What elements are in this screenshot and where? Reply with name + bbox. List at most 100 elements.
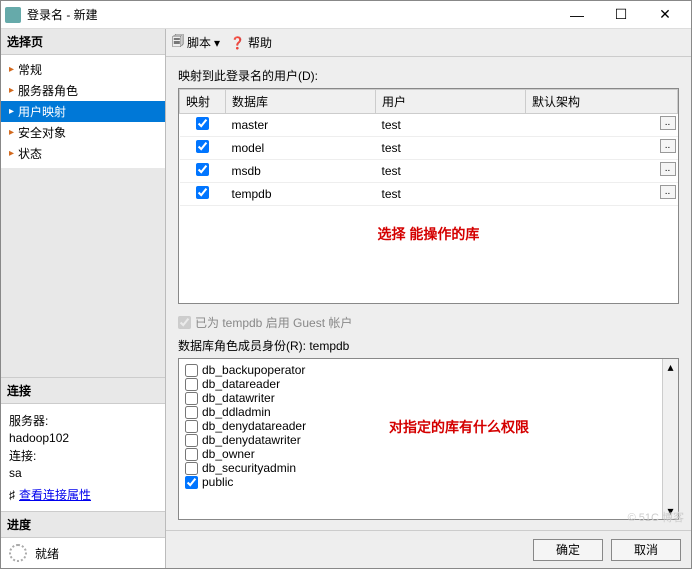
connection-body: 服务器: hadoop102 连接: sa ♯ 查看连接属性: [1, 404, 165, 511]
role-checkbox[interactable]: [185, 448, 198, 461]
conn-label: 连接:: [9, 447, 157, 464]
bullet-icon: ▸: [9, 85, 14, 96]
annotation-select-db: 选择 能操作的库: [179, 224, 678, 244]
role-checkbox[interactable]: [185, 420, 198, 433]
bullet-icon: ▸: [9, 148, 14, 159]
schema-browse-button[interactable]: ..: [660, 185, 676, 199]
cell-user: test: [376, 160, 526, 183]
role-checkbox[interactable]: [185, 392, 198, 405]
nav: ▸ 常规 ▸ 服务器角色 ▸用户映射 ▸安全对象 ▸ 状态: [1, 55, 165, 168]
role-name: public: [202, 475, 233, 489]
role-checkbox[interactable]: [185, 406, 198, 419]
content: 映射到此登录名的用户(D): 映射 数据库 用户 默认架构 master tes…: [166, 57, 691, 530]
cell-schema: ..: [526, 183, 678, 206]
cell-db: master: [226, 114, 376, 137]
cancel-button[interactable]: 取消: [611, 539, 681, 561]
role-checkbox[interactable]: [185, 378, 198, 391]
server-value: hadoop102: [9, 431, 157, 445]
map-checkbox[interactable]: [196, 163, 209, 176]
nav-user-mapping[interactable]: ▸用户映射: [1, 101, 165, 122]
spinner-icon: [9, 544, 27, 562]
progress-body: 就绪: [1, 538, 165, 568]
col-map[interactable]: 映射: [180, 90, 226, 114]
select-page-head: 选择页: [1, 29, 165, 55]
window-buttons: — ☐ ✕: [555, 1, 687, 29]
maximize-button[interactable]: ☐: [599, 1, 643, 29]
nav-label: 常规: [18, 61, 42, 78]
cell-db: model: [226, 137, 376, 160]
role-name: db_owner: [202, 447, 255, 461]
script-button[interactable]: 🗐脚本▾: [172, 32, 220, 53]
mapping-label: 映射到此登录名的用户(D):: [178, 67, 679, 84]
ok-button[interactable]: 确定: [533, 539, 603, 561]
role-item[interactable]: db_owner: [185, 447, 656, 461]
col-db[interactable]: 数据库: [226, 90, 376, 114]
body: 选择页 ▸ 常规 ▸ 服务器角色 ▸用户映射 ▸安全对象 ▸ 状态 连接 服务器: h…: [1, 29, 691, 568]
scroll-down-icon[interactable]: ▾: [663, 503, 678, 519]
nav-server-roles[interactable]: ▸ 服务器角色: [1, 80, 165, 101]
role-checkbox[interactable]: [185, 364, 198, 377]
cell-user: test: [376, 114, 526, 137]
cell-user: test: [376, 137, 526, 160]
cell-db: msdb: [226, 160, 376, 183]
guest-checkbox-row: 已为 tempdb 启用 Guest 帐户: [178, 314, 679, 331]
table-row[interactable]: model test ..: [180, 137, 678, 160]
nav-label: 状态: [18, 145, 42, 162]
app-icon: [5, 7, 21, 23]
table-row[interactable]: tempdb test ..: [180, 183, 678, 206]
scroll-up-icon[interactable]: ▴: [663, 359, 678, 375]
schema-browse-button[interactable]: ..: [660, 162, 676, 176]
nav-label: 服务器角色: [18, 82, 78, 99]
schema-browse-button[interactable]: ..: [660, 139, 676, 153]
role-name: db_backupoperator: [202, 363, 305, 377]
role-item[interactable]: db_securityadmin: [185, 461, 656, 475]
role-item[interactable]: db_datareader: [185, 377, 656, 391]
cell-schema: ..: [526, 160, 678, 183]
sidebar: 选择页 ▸ 常规 ▸ 服务器角色 ▸用户映射 ▸安全对象 ▸ 状态 连接 服务器: h…: [1, 29, 166, 568]
role-checkbox[interactable]: [185, 476, 198, 489]
main: 🗐脚本▾ ❓帮助 映射到此登录名的用户(D): 映射 数据库 用户 默认架构 m…: [166, 29, 691, 568]
cell-schema: ..: [526, 137, 678, 160]
map-checkbox[interactable]: [196, 117, 209, 130]
schema-browse-button[interactable]: ..: [660, 116, 676, 130]
cell-db: tempdb: [226, 183, 376, 206]
help-label: 帮助: [248, 34, 272, 51]
bullet-icon: ▸: [9, 64, 14, 75]
minimize-button[interactable]: —: [555, 1, 599, 29]
role-item[interactable]: public: [185, 475, 656, 489]
server-label: 服务器:: [9, 412, 157, 429]
role-checkbox[interactable]: [185, 462, 198, 475]
connection-head: 连接: [1, 378, 165, 404]
role-name: db_ddladmin: [202, 405, 271, 419]
view-connection-props-link[interactable]: 查看连接属性: [19, 486, 91, 503]
role-name: db_datawriter: [202, 391, 275, 405]
nav-status[interactable]: ▸ 状态: [1, 143, 165, 164]
col-schema[interactable]: 默认架构: [526, 90, 678, 114]
scrollbar[interactable]: ▴ ▾: [662, 359, 678, 519]
script-label: 脚本: [187, 34, 211, 51]
connection-props-icon: ♯: [9, 488, 15, 502]
cell-schema: ..: [526, 114, 678, 137]
conn-value: sa: [9, 466, 157, 480]
table-row[interactable]: master test ..: [180, 114, 678, 137]
role-name: db_securityadmin: [202, 461, 296, 475]
close-button[interactable]: ✕: [643, 1, 687, 29]
role-item[interactable]: db_datawriter: [185, 391, 656, 405]
map-checkbox[interactable]: [196, 140, 209, 153]
help-button[interactable]: ❓帮助: [230, 34, 272, 51]
roles-list: db_backupoperatordb_datareaderdb_datawri…: [179, 359, 662, 519]
role-item[interactable]: db_backupoperator: [185, 363, 656, 377]
connection-section: 连接 服务器: hadoop102 连接: sa ♯ 查看连接属性: [1, 377, 165, 511]
role-checkbox[interactable]: [185, 434, 198, 447]
table-row[interactable]: msdb test ..: [180, 160, 678, 183]
toolbar: 🗐脚本▾ ❓帮助: [166, 29, 691, 57]
col-user[interactable]: 用户: [376, 90, 526, 114]
window-title: 登录名 - 新建: [27, 6, 555, 23]
role-name: db_datareader: [202, 377, 280, 391]
nav-securables[interactable]: ▸安全对象: [1, 122, 165, 143]
nav-general[interactable]: ▸ 常规: [1, 59, 165, 80]
role-name: db_denydatareader: [202, 419, 306, 433]
guest-checkbox: [178, 316, 191, 329]
map-checkbox[interactable]: [196, 186, 209, 199]
progress-status: 就绪: [35, 545, 59, 562]
